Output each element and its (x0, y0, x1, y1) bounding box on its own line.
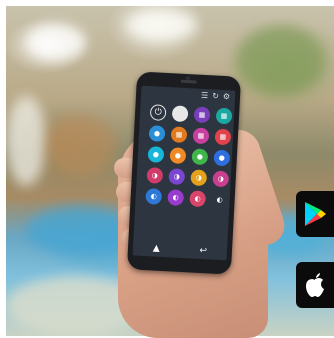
home-icon[interactable]: ▲ (153, 243, 160, 253)
bokeh-foliage (236, 26, 326, 96)
smartphone: ☰ ↻ ⚙ ⏻ ▦ ▦ ● ▦ ▦ ▦ ● ● ● ● ◑ ◑ ◑ ◑ ◐ ◐ ◐ ◐ ▲ ↩ (126, 71, 242, 275)
white-button[interactable] (171, 105, 189, 123)
blue-circle-button[interactable]: ● (148, 125, 166, 142)
menu-icon[interactable]: ☰ (201, 91, 209, 100)
bokeh-wall (46, 116, 116, 176)
rainbow-1-button[interactable]: ◑ (146, 167, 164, 184)
cyan-circle-button[interactable]: ● (147, 146, 165, 163)
magenta-grid-button[interactable]: ▦ (192, 127, 210, 145)
google-play-badge[interactable] (296, 191, 334, 237)
settings-icon[interactable]: ⚙ (223, 92, 231, 101)
refresh-icon[interactable]: ↻ (212, 91, 219, 100)
rainbow-2-button[interactable]: ◑ (168, 168, 186, 186)
orange-circle-button[interactable]: ● (169, 147, 187, 165)
app-store-badge[interactable] (296, 262, 334, 308)
bokeh-light (26, 24, 86, 60)
rainbow-4-button[interactable]: ◑ (212, 170, 230, 188)
app-screen: ☰ ↻ ⚙ ⏻ ▦ ▦ ● ▦ ▦ ▦ ● ● ● ● ◑ ◑ ◑ ◑ ◐ ◐ ◐ ◐ ▲ ↩ (132, 85, 236, 261)
bokeh-light (6, 96, 46, 186)
mode-2-button[interactable]: ◐ (167, 189, 185, 207)
app-bottombar: ▲ ↩ (133, 239, 228, 260)
power-button[interactable]: ⏻ (149, 104, 167, 121)
google-play-icon (305, 202, 326, 226)
mode-4-button[interactable]: ◐ (211, 191, 229, 209)
back-icon[interactable]: ↩ (199, 246, 207, 256)
mode-1-button[interactable]: ◐ (145, 188, 163, 205)
apple-icon (306, 273, 324, 297)
red-grid-button[interactable]: ▦ (214, 128, 232, 146)
mode-button-grid: ⏻ ▦ ▦ ● ▦ ▦ ▦ ● ● ● ● ◑ ◑ ◑ ◑ ◐ ◐ ◐ ◐ (135, 100, 234, 209)
mode-3-button[interactable]: ◐ (189, 190, 207, 208)
teal-grid-button[interactable]: ▦ (215, 107, 233, 125)
rainbow-3-button[interactable]: ◑ (190, 169, 208, 187)
speaker-grille (180, 79, 197, 84)
green-circle-button[interactable]: ● (191, 148, 209, 166)
orange-grid-button[interactable]: ▦ (170, 126, 188, 144)
purple-grid-button[interactable]: ▦ (193, 106, 211, 124)
bokeh-light (126, 10, 196, 40)
blue-circle-2-button[interactable]: ● (213, 149, 231, 167)
